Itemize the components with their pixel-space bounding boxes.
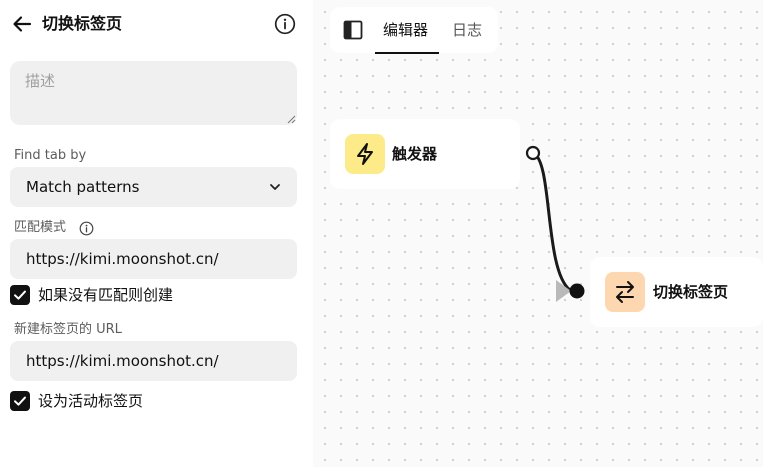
pattern-label: 匹配模式 (14, 220, 67, 235)
pattern-info-icon[interactable] (79, 221, 94, 236)
panel-header: 切换标签页 (0, 0, 313, 50)
new-tab-url-label: 新建标签页的 URL (14, 322, 122, 337)
set-active-label: 设为活动标签页 (38, 392, 144, 410)
output-port[interactable] (525, 145, 541, 161)
check-icon (14, 290, 26, 300)
page-title: 切换标签页 (42, 14, 123, 33)
settings-panel: 切换标签页 Find tab by Match patterns 匹配模式 如果… (0, 0, 313, 467)
back-button[interactable] (11, 13, 33, 35)
description-field[interactable] (10, 61, 297, 125)
set-active-checkbox[interactable] (10, 391, 30, 411)
resize-grip-icon[interactable] (287, 115, 296, 124)
info-button[interactable] (274, 13, 296, 35)
check-icon (14, 396, 26, 406)
new-tab-url-input[interactable] (10, 341, 297, 381)
create-if-missing-label: 如果没有匹配则创建 (38, 286, 174, 304)
find-tab-select[interactable]: Match patterns (10, 167, 297, 207)
arrow-left-icon (13, 16, 32, 32)
pattern-input[interactable] (10, 239, 297, 279)
input-port[interactable] (569, 283, 585, 299)
find-tab-label: Find tab by (14, 148, 87, 163)
workflow-canvas[interactable]: 编辑器 日志 触发器 切换标签页 (313, 0, 763, 467)
find-tab-select-value: Match patterns (26, 178, 140, 196)
info-icon (274, 13, 296, 35)
create-if-missing-checkbox[interactable] (10, 285, 30, 305)
node-connection (525, 145, 585, 302)
chevron-down-icon (270, 184, 280, 190)
